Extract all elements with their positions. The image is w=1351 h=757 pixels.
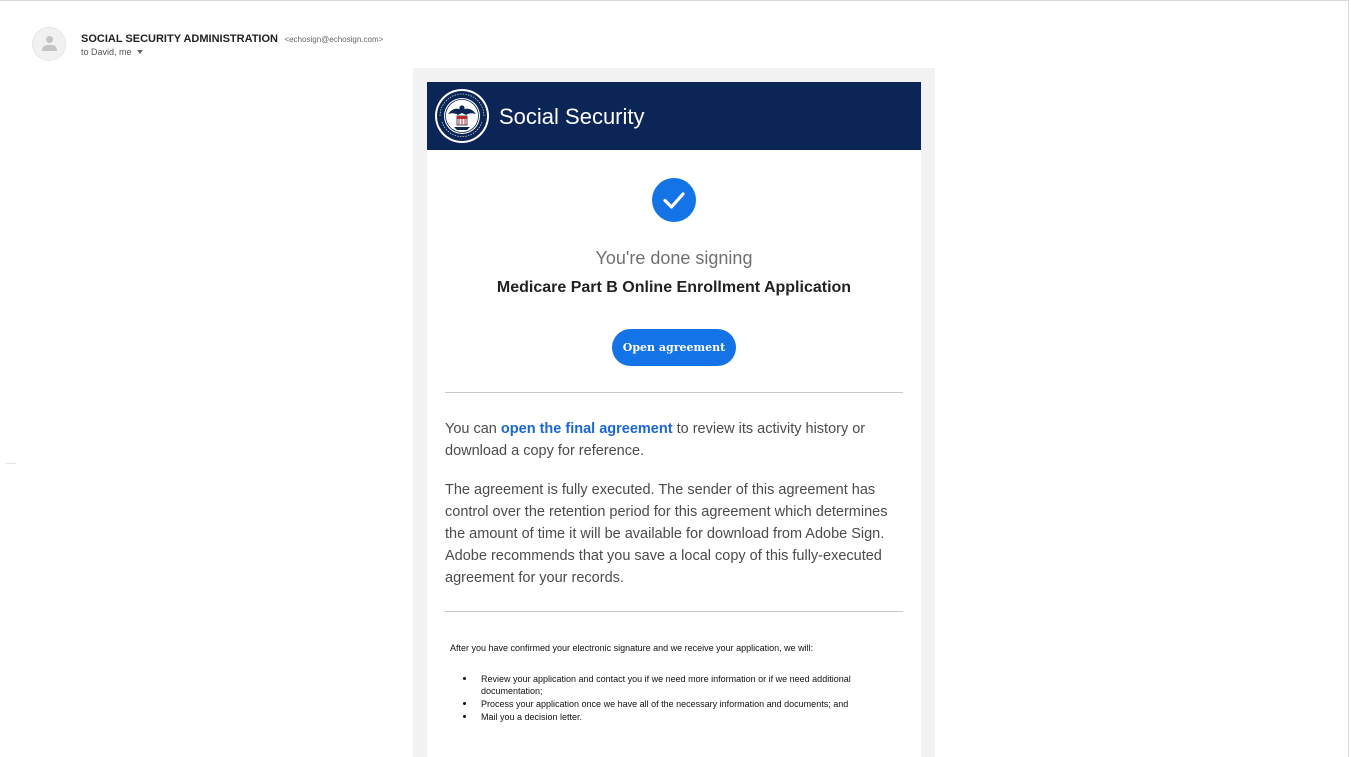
recipient-line[interactable]: to David, me (81, 47, 143, 57)
done-signing-text: You're done signing (595, 248, 753, 268)
paragraph-text: You can (445, 421, 497, 437)
ssa-seal-icon (435, 89, 489, 143)
next-steps-list: Review your application and contact you … (463, 673, 903, 724)
person-icon (46, 36, 53, 43)
retention-paragraph: The agreement is fully executed. The sen… (445, 482, 888, 586)
list-item-text: Review your application and contact you … (481, 674, 851, 696)
banner-title: Social Security (499, 104, 645, 129)
list-item: Mail you a decision letter. (463, 711, 903, 723)
bullet-icon (463, 677, 466, 680)
checkmark-circle-icon (652, 178, 696, 222)
sender-email: <echosign@echosign.com> (284, 35, 384, 44)
document-title: Medicare Part B Online Enrollment Applic… (496, 279, 852, 296)
caret-down-icon[interactable] (136, 50, 143, 54)
next-steps-heading: After you have confirmed your electronic… (450, 643, 814, 653)
divider (445, 611, 903, 612)
list-item: Process your application once we have al… (463, 698, 903, 710)
recipients-text: to David, me (81, 47, 132, 57)
open-agreement-paragraph: You can open the final agreement to revi… (445, 418, 905, 462)
bullet-icon (463, 715, 466, 718)
email-card: Social Security You're done signing Medi… (427, 82, 921, 757)
bullet-icon (463, 702, 466, 705)
person-icon-body (42, 45, 57, 51)
list-item-text: Mail you a decision letter. (481, 712, 583, 722)
divider (6, 463, 16, 464)
divider (445, 392, 903, 393)
list-item: Review your application and contact you … (463, 673, 903, 697)
sender-line: SOCIAL SECURITY ADMINISTRATION <echosign… (81, 29, 383, 47)
open-final-agreement-link[interactable]: open the final agreement (501, 421, 673, 437)
open-agreement-button[interactable]: Open agreement (612, 329, 736, 366)
sender-avatar[interactable] (32, 27, 66, 61)
header-banner: Social Security (427, 82, 921, 150)
list-item-text: Process your application once we have al… (481, 699, 849, 709)
sender-name[interactable]: SOCIAL SECURITY ADMINISTRATION (81, 33, 278, 45)
